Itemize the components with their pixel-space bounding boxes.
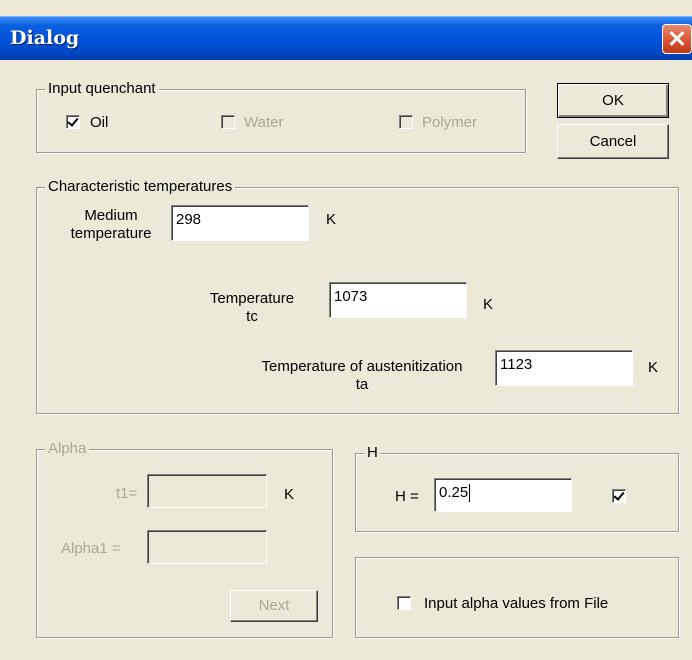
window-title: Dialog [10, 27, 80, 49]
t1-label: t1= [116, 485, 138, 502]
file-checkbox-label: Input alpha values from File [424, 595, 609, 612]
temperature-ta-input[interactable]: 1123 [495, 350, 633, 386]
h-legend: H [364, 444, 381, 462]
alpha-group: Alpha t1= K Alpha1 = Next [36, 440, 333, 638]
title-bar[interactable]: Dialog [0, 16, 692, 60]
alpha-legend: Alpha [45, 440, 90, 458]
temperature-ta-unit: K [648, 359, 659, 376]
polymer-label: Polymer [422, 114, 478, 131]
medium-temperature-input[interactable]: 298 [171, 205, 309, 241]
file-checkbox[interactable] [397, 596, 411, 610]
medium-temperature-label-2: temperature [70, 225, 152, 242]
next-button[interactable]: Next [230, 590, 318, 622]
temperature-tc-input[interactable]: 1073 [329, 282, 467, 318]
quenchant-legend: Input quenchant [45, 80, 159, 98]
temperature-tc-label-1: Temperature [209, 290, 295, 307]
temperature-tc-unit: K [483, 296, 494, 313]
t1-input[interactable] [147, 474, 267, 508]
h-checkbox[interactable] [612, 489, 626, 503]
oil-checkbox[interactable] [66, 115, 80, 129]
quenchant-group: Input quenchant Oil Water Polymer [36, 80, 526, 153]
alpha1-input[interactable] [147, 530, 267, 564]
h-group: H H = 0.25 [355, 444, 679, 532]
polymer-checkbox[interactable] [399, 115, 413, 129]
water-label: Water [244, 114, 284, 131]
ok-button[interactable]: OK [557, 83, 669, 118]
temperature-tc-label-2: tc [246, 308, 258, 325]
temperature-ta-label-2: ta [355, 376, 369, 393]
medium-temperature-label-1: Medium [84, 207, 138, 224]
text-caret [469, 484, 471, 503]
file-group: Input alpha values from File [355, 557, 679, 638]
h-input[interactable]: 0.25 [434, 478, 572, 512]
t1-unit: K [284, 486, 295, 503]
cancel-button[interactable]: Cancel [557, 124, 669, 159]
medium-temperature-unit: K [326, 211, 337, 228]
alpha1-label: Alpha1 = [61, 540, 121, 557]
temperatures-group: Characteristic temperatures Medium tempe… [36, 178, 679, 414]
oil-label: Oil [90, 114, 109, 131]
dialog-window: Dialog Input quenchant Oil Water Polymer… [0, 0, 692, 660]
close-icon[interactable] [662, 24, 692, 54]
temperature-ta-label-1: Temperature of austenitization [261, 358, 463, 375]
water-checkbox[interactable] [221, 115, 235, 129]
h-input-value: 0.25 [439, 484, 469, 501]
h-label: H = [395, 488, 419, 505]
temperatures-legend: Characteristic temperatures [45, 178, 236, 196]
